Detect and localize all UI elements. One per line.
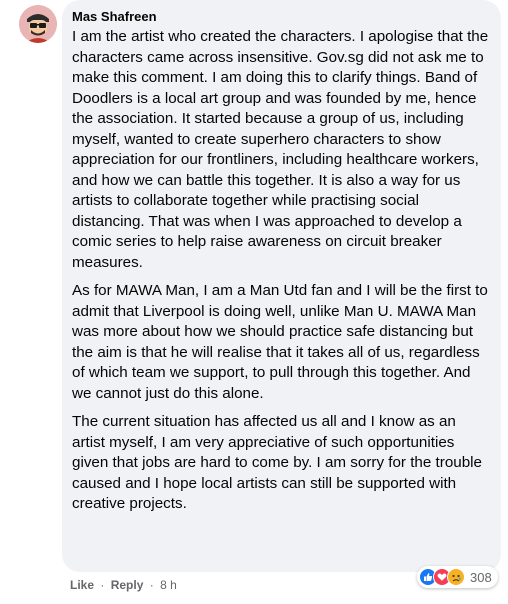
comment-author[interactable]: Mas Shafreen	[72, 8, 489, 26]
separator-dot: ·	[100, 578, 105, 592]
comment-bubble: Mas Shafreen I am the artist who created…	[62, 0, 501, 572]
avatar-cartoon-icon	[19, 5, 57, 43]
reply-button[interactable]: Reply	[111, 578, 144, 592]
sad-reaction-icon	[447, 568, 465, 586]
comment-timestamp[interactable]: 8 h	[160, 578, 177, 592]
avatar[interactable]	[19, 5, 57, 43]
separator-dot: ·	[149, 578, 154, 592]
comment-actions: Like · Reply · 8 h	[70, 577, 177, 593]
comment-paragraph: As for MAWA Man, I am a Man Utd fan and …	[72, 282, 488, 402]
comment-paragraph: I am the artist who created the characte…	[72, 28, 489, 271]
comment: Mas Shafreen I am the artist who created…	[0, 0, 508, 604]
like-button[interactable]: Like	[70, 578, 94, 592]
comment-paragraph: The current situation has affected us al…	[72, 413, 482, 512]
reaction-count: 308	[470, 569, 492, 585]
reactions-summary[interactable]: 308	[417, 566, 498, 588]
